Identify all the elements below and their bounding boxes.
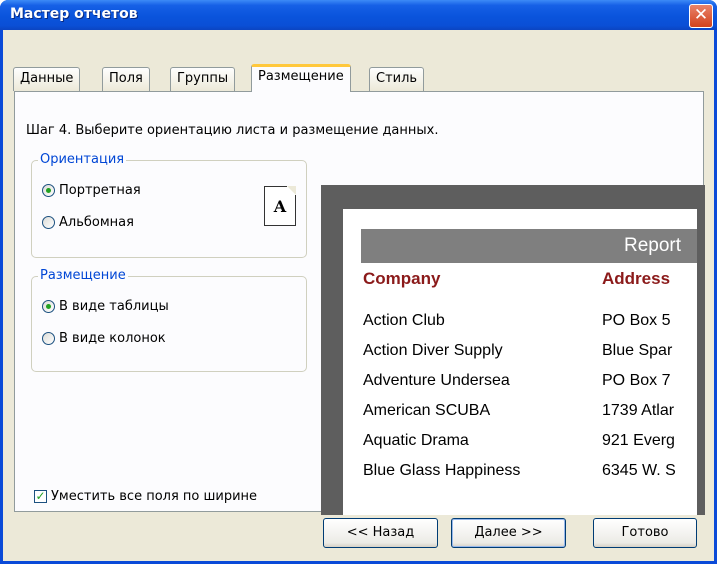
radio-button-icon[interactable] [42,216,55,229]
radio-tabular[interactable]: В виде таблицы [42,299,169,314]
radio-columnar-label: В виде колонок [59,331,166,346]
preview-cell: Blue Spar [602,342,673,359]
preview-cell: 921 Everg [602,432,675,449]
next-button[interactable]: Далее >> [451,518,566,548]
tab-fields[interactable]: Поля [102,67,150,91]
tab-layout[interactable]: Размещение [251,64,351,92]
preview-cell: 6345 W. S [602,462,676,479]
layout-group: Размещение В виде таблицы В виде колонок [31,268,307,372]
fit-all-fields-label: Уместить все поля по ширине [51,489,258,504]
report-title: Report [623,235,681,256]
orientation-group: Ориентация Портретная Альбомная A [31,152,307,258]
preview-cell: Blue Glass Happiness [363,462,521,479]
radio-tabular-label: В виде таблицы [59,299,169,314]
radio-button-checked-icon[interactable] [42,184,55,197]
report-header-bar: Report [361,229,697,263]
preview-cell: Action Club [363,312,445,329]
preview-cell: Aquatic Drama [363,432,469,449]
back-button[interactable]: << Назад [323,518,438,548]
preview-cell: PO Box 7 [602,372,671,389]
preview-cell: 1739 Atlar [602,402,675,419]
preview-cell: American SCUBA [363,402,491,419]
tab-style[interactable]: Стиль [369,67,425,91]
column-header-address: Address [602,269,671,288]
radio-landscape[interactable]: Альбомная [42,215,134,230]
radio-columnar[interactable]: В виде колонок [42,331,166,346]
tab-panel-layout: Шаг 4. Выберите ориентацию листа и разме… [14,91,705,515]
step-instruction: Шаг 4. Выберите ориентацию листа и разме… [26,123,439,138]
orientation-legend: Ориентация [38,152,127,167]
title-bar[interactable]: Мастер отчетов ✕ [0,0,717,30]
checkmark-icon[interactable]: ✓ [34,490,47,503]
layout-preview: Report Company Address Action Club PO Bo… [321,185,705,515]
radio-portrait-label: Портретная [59,183,141,198]
window-title: Мастер отчетов [10,6,138,22]
radio-landscape-label: Альбомная [59,215,134,230]
tab-data[interactable]: Данные [13,67,81,91]
report-wizard-window: Мастер отчетов ✕ Данные Поля Группы Разм… [0,0,717,564]
preview-cell: Action Diver Supply [363,342,503,359]
tab-groups[interactable]: Группы [170,67,236,91]
portrait-page-icon: A [264,186,296,226]
preview-page: Report Company Address Action Club PO Bo… [343,209,697,515]
close-icon[interactable]: ✕ [689,4,713,28]
radio-button-checked-icon[interactable] [42,300,55,313]
layout-legend: Размещение [38,268,128,283]
finish-button[interactable]: Готово [593,518,697,548]
dialog-client-area: Данные Поля Группы Размещение Стиль Шаг … [3,30,714,561]
fit-all-fields-checkbox[interactable]: ✓ Уместить все поля по ширине [34,489,257,504]
preview-cell: PO Box 5 [602,312,671,329]
column-header-company: Company [363,269,441,288]
radio-button-icon[interactable] [42,332,55,345]
radio-portrait[interactable]: Портретная [42,183,141,198]
preview-cell: Adventure Undersea [363,372,510,389]
